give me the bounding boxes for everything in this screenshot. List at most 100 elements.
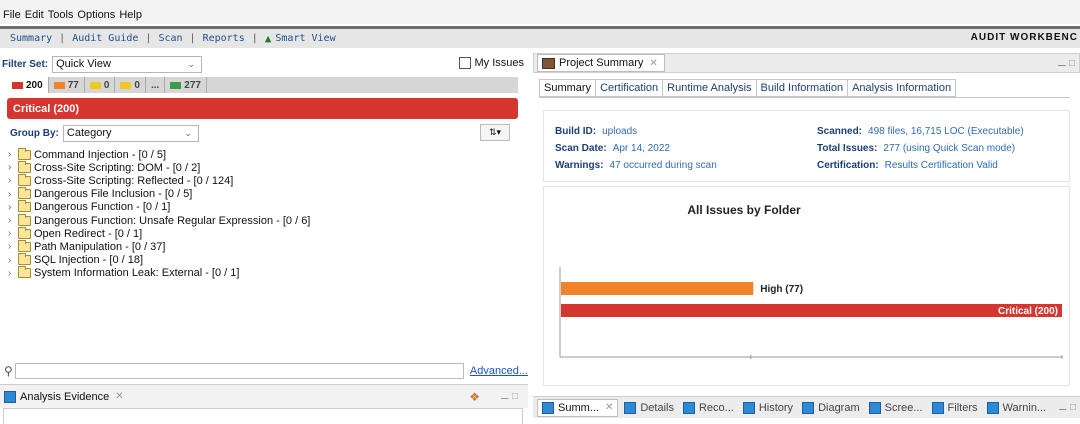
tree-node[interactable]: › Dangerous Function - [0 / 1] [8, 200, 523, 214]
tree-node-label: SQL Injection - [0 / 18] [34, 254, 144, 267]
tab-warnings-view[interactable]: Warnin... [986, 401, 1046, 414]
scanned-row: Scanned: 498 files, 16,715 LOC (Executabl… [817, 126, 1024, 137]
tree-node-label: Cross-Site Scripting: Reflected - [0 / 1… [34, 174, 234, 187]
chevron-down-icon: ⌄ [184, 127, 192, 138]
tree-node-label: Dangerous Function - [0 / 1] [34, 201, 171, 214]
tab-project-summary[interactable]: Project Summary ✕ [537, 54, 665, 72]
nav-scan[interactable]: Scan [158, 33, 182, 44]
close-icon[interactable]: ✕ [649, 58, 657, 69]
search-input[interactable] [14, 363, 464, 379]
tree-node[interactable]: › Open Redirect - [0 / 1] [8, 226, 523, 240]
tab-count: 0 [103, 79, 110, 91]
menu-file[interactable]: File [3, 9, 21, 21]
group-by-row: Group By: Category ⌄ ⇅▾ [0, 123, 528, 143]
scanned-label: Scanned: [817, 126, 863, 137]
analysis-evidence-title[interactable]: Analysis Evidence [20, 391, 109, 403]
tree-node[interactable]: › Dangerous Function: Unsafe Regular Expr… [8, 213, 523, 227]
subtab-build-information[interactable]: Build Information [756, 79, 849, 97]
view-icon [986, 401, 999, 414]
minimize-maximize-icon[interactable]: ⚊ □ [1057, 58, 1075, 69]
chevron-right-icon[interactable]: › [8, 215, 18, 226]
group-by-select[interactable]: Category ⌄ [62, 124, 199, 142]
chevron-right-icon[interactable]: › [8, 202, 18, 213]
subtab-analysis-information[interactable]: Analysis Information [848, 79, 957, 97]
tree-node[interactable]: › System Information Leak: External - [0 … [8, 266, 523, 280]
chevron-right-icon[interactable]: › [8, 228, 18, 239]
nav-reports[interactable]: Reports [203, 33, 245, 44]
category-tree: › Command Injection - [0 / 5] › Cross-Site… [8, 147, 523, 280]
filter-set-select[interactable]: Quick View ⌄ [52, 55, 203, 73]
subtab-divider [539, 97, 1070, 98]
graduation-cap-icon: ▲ [264, 32, 272, 45]
bar-critical[interactable] [561, 304, 1062, 317]
chevron-right-icon[interactable]: › [8, 255, 18, 266]
sort-az-button[interactable]: ⇅▾ [480, 124, 510, 141]
chevron-right-icon[interactable]: › [8, 162, 18, 173]
tab-all[interactable]: 277 [165, 77, 207, 93]
close-icon[interactable]: ✕ [605, 402, 613, 413]
bar-label-critical: Critical (200) [998, 306, 1058, 317]
tab-recommendations-view[interactable]: Reco... [682, 401, 734, 414]
chevron-down-icon: ⌄ [187, 58, 196, 69]
subtab-runtime-analysis[interactable]: Runtime Analysis [663, 79, 757, 97]
tab-screenshots-view[interactable]: Scree... [868, 401, 923, 414]
tree-node[interactable]: › Dangerous File Inclusion - [0 / 5] [8, 187, 523, 201]
chevron-right-icon[interactable]: › [8, 268, 18, 279]
nav-smart-view[interactable]: Smart View [275, 33, 335, 44]
tab-critical[interactable]: 200 [7, 77, 49, 93]
nav-audit-guide[interactable]: Audit Guide [72, 33, 138, 44]
project-icon [542, 57, 555, 69]
my-issues-label: My Issues [474, 57, 524, 69]
advanced-search-link[interactable]: Advanced... [470, 365, 528, 377]
total-issues-value: 277 (using Quick Scan mode) [883, 143, 1016, 154]
chevron-right-icon[interactable]: › [8, 241, 18, 252]
menu-options[interactable]: Options [77, 9, 115, 21]
tree-node[interactable]: › Path Manipulation - [0 / 37] [8, 239, 523, 253]
filter-set-row: Filter Set: Quick View ⌄ My Issues [0, 53, 528, 75]
bar-high[interactable] [561, 282, 754, 295]
warnings-value[interactable]: 47 occurred during scan [610, 160, 717, 171]
tab-summary-view[interactable]: Summ... ✕ [537, 398, 619, 417]
tab-label: Details [640, 401, 674, 414]
scan-date-row: Scan Date: Apr 14, 2022 [555, 143, 670, 154]
search-row: ⚲ Advanced... [4, 362, 528, 380]
tab-filters-view[interactable]: Filters [931, 401, 978, 414]
certification-value: Results Certification Valid [884, 160, 998, 171]
subtab-summary[interactable]: Summary [539, 79, 597, 97]
tab-medium[interactable]: 0 [85, 77, 116, 93]
tab-count: 0 [134, 79, 140, 91]
filter-set-label: Filter Set: [2, 58, 49, 70]
nav-summary[interactable]: Summary [10, 33, 52, 44]
menu-tools[interactable]: Tools [48, 9, 74, 21]
tab-diagram-view[interactable]: Diagram [802, 401, 860, 414]
view-icon [682, 401, 695, 414]
critical-swatch [12, 81, 23, 89]
search-icon[interactable]: ⚲ [4, 364, 13, 378]
chevron-right-icon[interactable]: › [8, 149, 18, 160]
menu-edit[interactable]: Edit [25, 9, 44, 21]
minimize-maximize-icon[interactable]: ⚊ □ [500, 391, 518, 402]
scanned-value: 498 files, 16,715 LOC (Executable) [868, 126, 1024, 137]
tab-custom[interactable]: ... [146, 77, 166, 93]
chevron-right-icon[interactable]: › [8, 189, 18, 200]
build-id-value: uploads [602, 126, 638, 137]
tab-details-view[interactable]: Details [624, 401, 674, 414]
chevron-right-icon[interactable]: › [8, 175, 18, 186]
view-icon [542, 401, 554, 414]
tree-node[interactable]: › Cross-Site Scripting: DOM - [0 / 2] [8, 160, 523, 174]
tree-node[interactable]: › Command Injection - [0 / 5] [8, 147, 523, 161]
tab-high[interactable]: 77 [49, 77, 85, 93]
trace-icon[interactable]: ❖ [469, 390, 480, 404]
menu-help[interactable]: Help [119, 9, 142, 21]
subtab-certification[interactable]: Certification [596, 79, 664, 97]
tab-low[interactable]: 0 [115, 77, 146, 93]
tree-node[interactable]: › SQL Injection - [0 / 18] [8, 253, 523, 267]
tab-history-view[interactable]: History [742, 401, 793, 414]
my-issues-toggle[interactable]: My Issues [459, 57, 524, 69]
minimize-maximize-icon[interactable]: ⚊ □ [1058, 402, 1076, 413]
group-by-label: Group By: [10, 127, 59, 139]
close-icon[interactable]: ✕ [115, 391, 123, 402]
critical-header-bar: Critical (200) [7, 98, 518, 119]
my-issues-checkbox[interactable] [459, 57, 472, 69]
tree-node[interactable]: › Cross-Site Scripting: Reflected - [0 / … [8, 173, 523, 187]
